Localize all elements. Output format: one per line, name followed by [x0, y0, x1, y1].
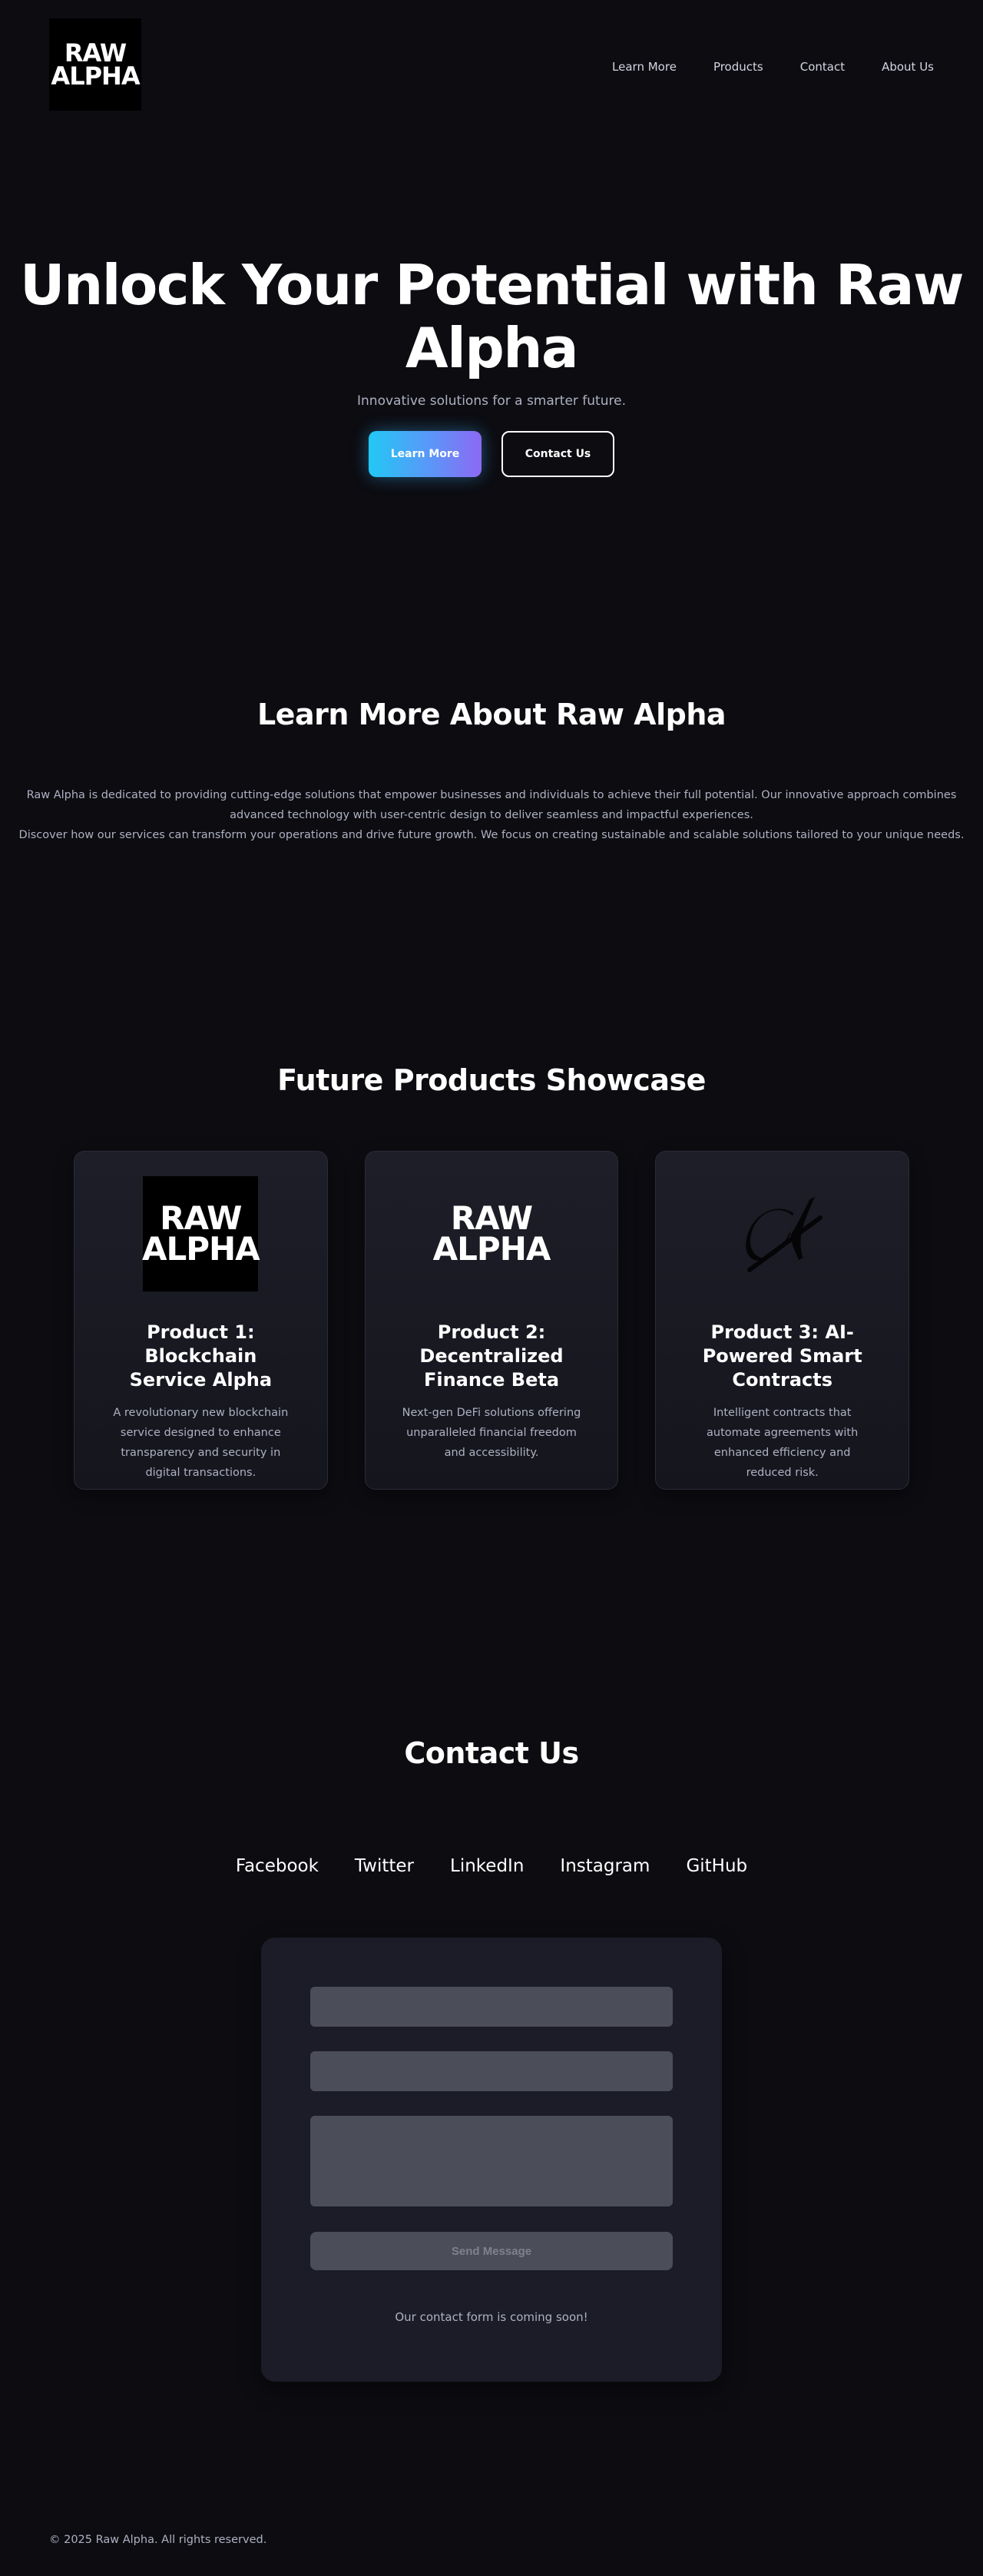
alpha-symbol-icon: [725, 1176, 840, 1291]
social-links: Facebook Twitter LinkedIn Instagram GitH…: [0, 1856, 983, 1876]
email-field[interactable]: [310, 2051, 673, 2091]
hero-subtitle: Innovative solutions for a smarter futur…: [357, 393, 626, 409]
social-github[interactable]: GitHub: [686, 1856, 747, 1876]
contact-title: Contact Us: [404, 1736, 579, 1770]
footer-copyright: © 2025 Raw Alpha. All rights reserved.: [49, 2534, 267, 2546]
form-note: Our contact form is coming soon!: [395, 2310, 588, 2324]
product-2-image: RAW ALPHA: [432, 1176, 551, 1291]
nav-learn-more[interactable]: Learn More: [612, 60, 677, 74]
name-field[interactable]: [310, 1987, 673, 2027]
hero-buttons: Learn More Contact Us: [0, 431, 983, 477]
hero-title-line-2: Alpha: [405, 316, 579, 380]
site-logo[interactable]: RAW ALPHA: [49, 18, 141, 111]
product-card-2[interactable]: RAW ALPHA Product 2: Decentralized Finan…: [364, 1151, 619, 1490]
nav-contact[interactable]: Contact: [800, 60, 845, 74]
about-title: Learn More About Raw Alpha: [257, 698, 726, 731]
about-line-1: Raw Alpha is dedicated to providing cutt…: [26, 789, 957, 801]
message-field[interactable]: [310, 2116, 673, 2206]
logo-line-2: ALPHA: [51, 61, 140, 91]
product-card-3[interactable]: Product 3: AI-Powered Smart Contracts In…: [655, 1151, 910, 1490]
hero-title: Unlock Your Potential with Raw Alpha: [0, 254, 983, 380]
nav-about-us[interactable]: About Us: [882, 60, 934, 74]
product-1-title: Product 1: Blockchain Service Alpha: [129, 1321, 273, 1391]
nav-products[interactable]: Products: [713, 60, 763, 74]
product-3-description: Intelligent contracts that automate agre…: [707, 1407, 859, 1479]
social-facebook[interactable]: Facebook: [236, 1856, 319, 1876]
learn-more-button[interactable]: Learn More: [369, 431, 482, 477]
product-card-1[interactable]: RAW ALPHA Product 1: Blockchain Service …: [74, 1151, 328, 1490]
product-2-description: Next-gen DeFi solutions offering unparal…: [402, 1407, 581, 1459]
product-2-title: Product 2: Decentralized Finance Beta: [419, 1321, 564, 1391]
hero-title-line-1: Unlock Your Potential with Raw: [20, 253, 964, 317]
send-message-button[interactable]: Send Message: [310, 2232, 673, 2270]
main-nav: Learn More Products Contact About Us: [612, 60, 934, 74]
product-1-image: RAW ALPHA: [141, 1176, 260, 1291]
product-2-logo-line-2: ALPHA: [432, 1230, 551, 1268]
product-cards: RAW ALPHA Product 1: Blockchain Service …: [74, 1151, 910, 1490]
social-twitter[interactable]: Twitter: [355, 1856, 414, 1876]
product-1-logo-line-2: ALPHA: [141, 1230, 260, 1268]
product-1-description: A revolutionary new blockchain service d…: [113, 1407, 289, 1479]
contact-form: Send Message Our contact form is coming …: [261, 1938, 722, 2382]
social-linkedin[interactable]: LinkedIn: [450, 1856, 524, 1876]
contact-us-button[interactable]: Contact Us: [501, 431, 614, 477]
social-instagram[interactable]: Instagram: [560, 1856, 650, 1876]
about-text: Raw Alpha is dedicated to providing cutt…: [0, 785, 983, 845]
products-title: Future Products Showcase: [277, 1063, 706, 1097]
about-line-3: Discover how our services can transform …: [18, 829, 965, 841]
about-line-2: advanced technology with user-centric de…: [230, 809, 753, 821]
alpha-symbol-svg: [745, 1195, 822, 1272]
product-3-title: Product 3: AI-Powered Smart Contracts: [702, 1321, 862, 1391]
